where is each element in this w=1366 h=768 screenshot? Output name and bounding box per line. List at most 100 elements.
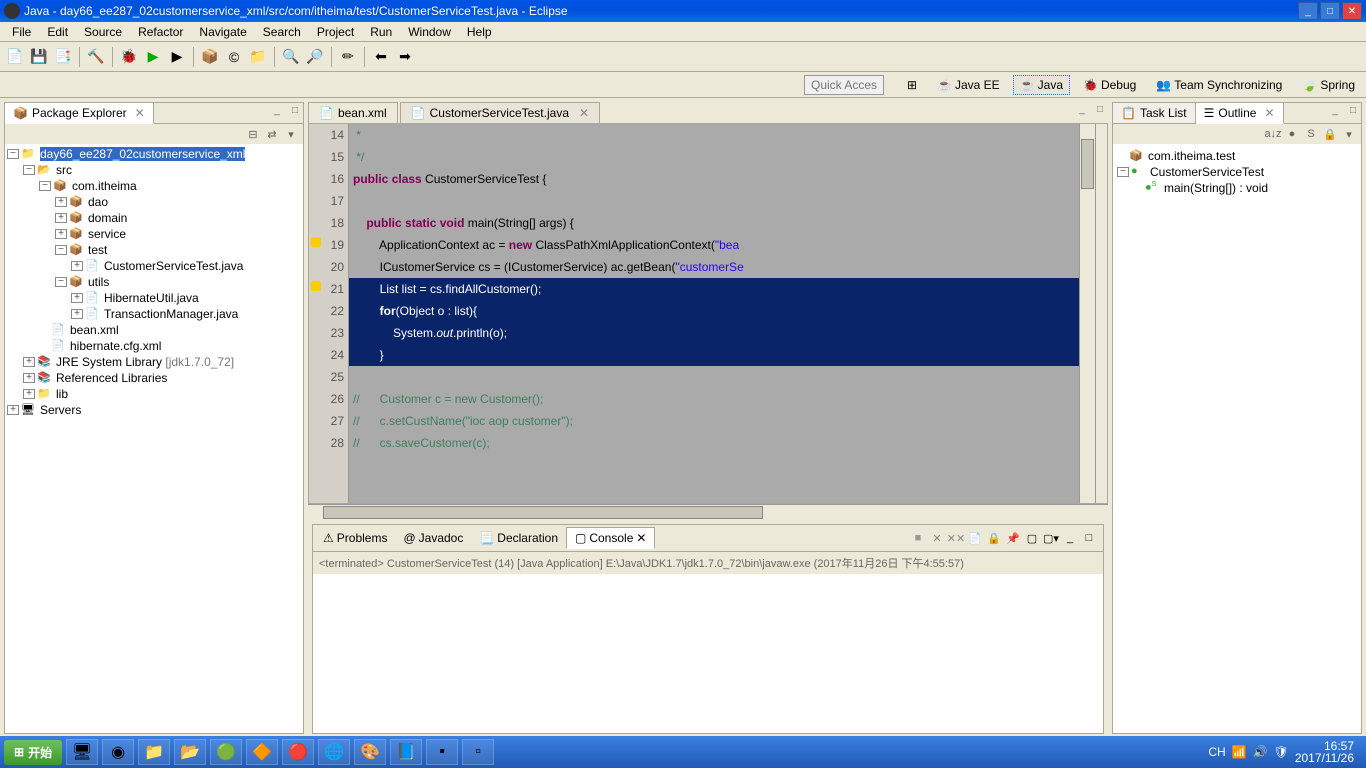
taskbar-word-icon[interactable]: 📘 <box>390 739 422 765</box>
outline-method[interactable]: ●Smain(String[]) : void <box>1117 180 1357 196</box>
build-button[interactable]: 🔨 <box>85 46 107 68</box>
menu-project[interactable]: Project <box>309 23 362 41</box>
menu-edit[interactable]: Edit <box>39 23 76 41</box>
view-menu-button[interactable]: ▾ <box>1341 126 1357 142</box>
taskbar-clock[interactable]: 16:57 2017/11/26 <box>1295 740 1354 764</box>
tree-folder-dao[interactable]: +📦dao <box>7 194 301 210</box>
system-tray[interactable]: CH 📶 🔊 🛡 16:57 2017/11/26 <box>1200 740 1362 764</box>
menu-file[interactable]: File <box>4 23 39 41</box>
forward-button[interactable]: ➡ <box>394 46 416 68</box>
tray-icon[interactable]: 🛡 <box>1274 745 1289 759</box>
editor-tab-beanxml[interactable]: 📄bean.xml <box>308 102 398 123</box>
new-class-button[interactable]: © <box>223 46 245 68</box>
tree-src[interactable]: −📂src <box>7 162 301 178</box>
hide-static-button[interactable]: S <box>1303 126 1319 142</box>
menu-search[interactable]: Search <box>255 23 309 41</box>
outline-class[interactable]: −●CustomerServiceTest <box>1117 164 1357 180</box>
open-console-button[interactable]: ▢▾ <box>1043 530 1059 546</box>
open-perspective-button[interactable]: ⊞ <box>900 75 924 95</box>
tree-folder-domain[interactable]: +📦domain <box>7 210 301 226</box>
perspective-java[interactable]: ☕ Java <box>1013 75 1070 95</box>
maximize-view-button[interactable]: □ <box>1081 530 1097 546</box>
package-explorer-tab[interactable]: 📦 Package Explorer ✕ <box>5 103 154 124</box>
close-button[interactable]: ✕ <box>1342 2 1362 20</box>
minimize-view-button[interactable]: _ <box>1062 530 1078 546</box>
taskbar-app3-icon[interactable]: 🔴 <box>282 739 314 765</box>
taskbar-app1-icon[interactable]: 🟢 <box>210 739 242 765</box>
editor-hscrollbar[interactable] <box>308 504 1108 520</box>
tree-package[interactable]: −📦com.itheima <box>7 178 301 194</box>
menu-window[interactable]: Window <box>400 23 459 41</box>
tab-outline[interactable]: ☰Outline ✕ <box>1196 103 1284 124</box>
search-button[interactable]: 🔎 <box>304 46 326 68</box>
taskbar-chrome-icon[interactable]: 🌐 <box>318 739 350 765</box>
quick-access-input[interactable] <box>804 75 884 95</box>
tree-folder-service[interactable]: +📦service <box>7 226 301 242</box>
start-button[interactable]: ⊞开始 <box>4 740 62 765</box>
tab-javadoc[interactable]: @Javadoc <box>395 528 471 548</box>
minimize-button[interactable]: _ <box>1298 2 1318 20</box>
maximize-view-button[interactable]: □ <box>287 103 303 117</box>
menu-help[interactable]: Help <box>459 23 500 41</box>
warning-marker-icon[interactable] <box>311 237 321 247</box>
remove-launch-button[interactable]: ✕ <box>929 530 945 546</box>
save-button[interactable]: 💾 <box>28 46 50 68</box>
tree-jre[interactable]: +📚JRE System Library [jdk1.7.0_72] <box>7 354 301 370</box>
tree-lib[interactable]: +📁lib <box>7 386 301 402</box>
taskbar-desktop-icon[interactable]: 🖥 <box>66 739 98 765</box>
menu-navigate[interactable]: Navigate <box>191 23 254 41</box>
tree-file-hibernatexml[interactable]: 📄hibernate.cfg.xml <box>7 338 301 354</box>
tree-file-beanxml[interactable]: 📄bean.xml <box>7 322 301 338</box>
display-console-button[interactable]: ▢ <box>1024 530 1040 546</box>
perspective-spring[interactable]: 🍃 Spring <box>1295 75 1362 95</box>
maximize-view-button[interactable]: □ <box>1345 103 1361 117</box>
tray-icon[interactable]: 📶 <box>1232 745 1247 759</box>
run-ext-button[interactable]: ▶ <box>166 46 188 68</box>
tree-file-test[interactable]: +📄CustomerServiceTest.java <box>7 258 301 274</box>
menu-refactor[interactable]: Refactor <box>130 23 191 41</box>
taskbar-app2-icon[interactable]: 🔶 <box>246 739 278 765</box>
terminate-button[interactable]: ■ <box>910 530 926 546</box>
toggle-mark-button[interactable]: ✏ <box>337 46 359 68</box>
code-area[interactable]: * */ public class CustomerServiceTest { … <box>349 124 1079 503</box>
perspective-team[interactable]: 👥 Team Synchronizing <box>1149 75 1289 95</box>
editor-vscrollbar[interactable] <box>1079 124 1095 503</box>
view-menu-button[interactable]: ▾ <box>283 126 299 142</box>
scroll-lock-button[interactable]: 🔒 <box>986 530 1002 546</box>
save-all-button[interactable]: 📑 <box>52 46 74 68</box>
menu-run[interactable]: Run <box>362 23 400 41</box>
tree-file-txmanager[interactable]: +📄TransactionManager.java <box>7 306 301 322</box>
tab-console[interactable]: ▢Console ✕ <box>566 527 655 549</box>
tree-file-hibernateutil[interactable]: +📄HibernateUtil.java <box>7 290 301 306</box>
tab-problems[interactable]: ⚠Problems <box>315 528 395 548</box>
overview-ruler[interactable] <box>1095 124 1107 503</box>
close-icon[interactable]: ✕ <box>579 106 589 120</box>
perspective-javaee[interactable]: ☕ Java EE <box>930 75 1007 95</box>
open-type-button[interactable]: 🔍 <box>280 46 302 68</box>
package-explorer-tree[interactable]: −📁day66_ee287_02customerservice_xml −📂sr… <box>5 144 303 733</box>
link-editor-button[interactable]: ⇄ <box>264 126 280 142</box>
minimize-view-button[interactable]: _ <box>1327 103 1343 117</box>
hide-fields-button[interactable]: ● <box>1284 126 1300 142</box>
tab-declaration[interactable]: 📃Declaration <box>471 528 566 548</box>
taskbar-eclipse-icon[interactable]: ◉ <box>102 739 134 765</box>
hide-nonpublic-button[interactable]: 🔒 <box>1322 126 1338 142</box>
tree-reflibs[interactable]: +📚Referenced Libraries <box>7 370 301 386</box>
outline-package[interactable]: 📦com.itheima.test <box>1117 148 1357 164</box>
minimize-view-button[interactable]: _ <box>269 103 285 117</box>
warning-marker-icon[interactable] <box>311 281 321 291</box>
remove-all-button[interactable]: ✕✕ <box>948 530 964 546</box>
tree-folder-test[interactable]: −📦test <box>7 242 301 258</box>
close-icon[interactable]: ✕ <box>1264 106 1274 120</box>
maximize-editor-button[interactable]: □ <box>1092 102 1108 116</box>
maximize-button[interactable]: □ <box>1320 2 1340 20</box>
new-package-button[interactable]: 📦 <box>199 46 221 68</box>
clear-console-button[interactable]: 📄 <box>967 530 983 546</box>
code-editor[interactable]: 141516171819202122232425262728 * */ publ… <box>308 123 1108 504</box>
close-icon[interactable]: ✕ <box>636 531 646 545</box>
tree-folder-utils[interactable]: −📦utils <box>7 274 301 290</box>
new-folder-button[interactable]: 📁 <box>247 46 269 68</box>
ime-indicator[interactable]: CH <box>1208 745 1225 759</box>
taskbar-cmd-icon[interactable]: ▪ <box>426 739 458 765</box>
minimize-editor-button[interactable]: _ <box>1074 102 1090 116</box>
